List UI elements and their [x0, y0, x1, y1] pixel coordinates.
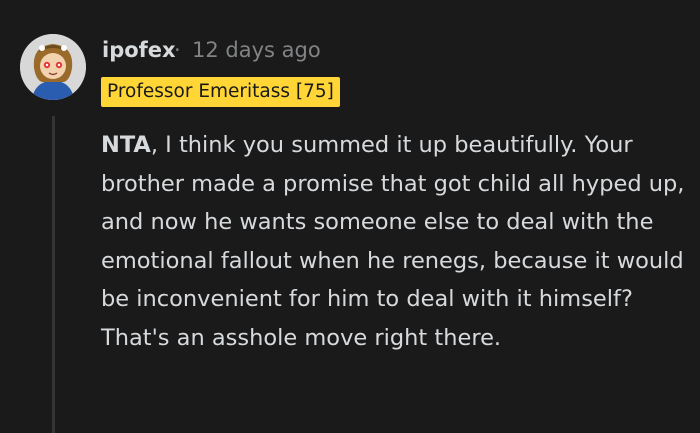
- comment: ipofex · 12 days ago Professor Emeritass…: [0, 0, 700, 433]
- comment-body-verdict: NTA: [101, 132, 151, 158]
- comment-body: NTA, I think you summed it up beautifull…: [101, 126, 691, 357]
- thread-line[interactable]: [52, 116, 55, 433]
- username-link[interactable]: ipofex: [102, 38, 176, 62]
- meta-separator: ·: [174, 38, 181, 62]
- timestamp-link[interactable]: 12 days ago: [192, 38, 321, 62]
- user-flair-badge: Professor Emeritass [75]: [101, 77, 340, 107]
- comment-body-text: , I think you summed it up beautifully. …: [101, 132, 685, 351]
- avatar-image: [20, 34, 86, 100]
- user-avatar-icon[interactable]: [20, 34, 86, 100]
